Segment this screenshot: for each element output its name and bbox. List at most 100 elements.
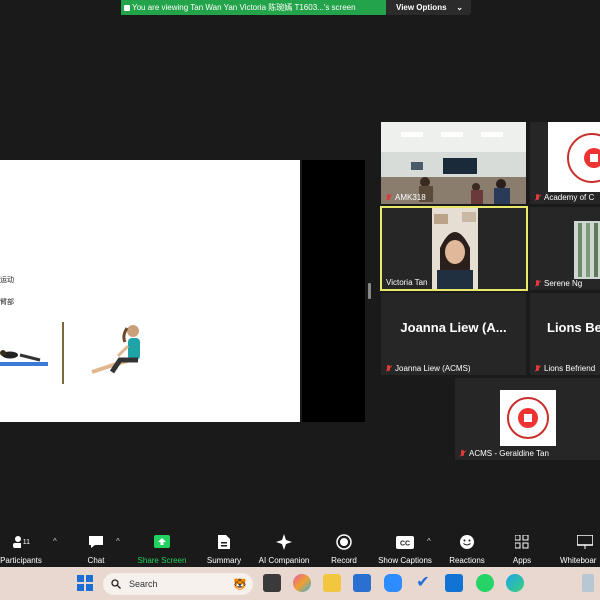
mic-muted-icon <box>385 193 392 202</box>
participants-label: Participants <box>0 556 42 565</box>
ai-companion-label: AI Companion <box>258 556 310 565</box>
participant-tile-lions-befriend[interactable]: Lions Be Lions Befriend <box>530 293 600 375</box>
participant-big-name: Lions Be <box>547 320 600 335</box>
ai-sparkle-icon <box>275 533 293 551</box>
participant-tile-acms-geraldine-tan[interactable]: ACMS - Geraldine Tan <box>455 378 600 460</box>
screen-share-icon <box>124 4 130 11</box>
captions-options-caret[interactable]: ^ <box>427 537 431 546</box>
record-label: Record <box>331 556 357 565</box>
mic-muted-icon <box>534 364 541 373</box>
microsoft-store-icon[interactable] <box>353 574 371 592</box>
todo-checkmark-icon[interactable]: ✔ <box>414 574 432 592</box>
view-options-label: View Options <box>396 3 447 12</box>
participant-tile-academy[interactable]: Academy of C <box>530 122 600 204</box>
mic-muted-icon <box>534 193 541 202</box>
participant-name: Serene Ng <box>544 279 583 288</box>
outlook-icon[interactable] <box>445 574 463 592</box>
summary-button[interactable]: Summary <box>202 527 246 567</box>
viewing-banner-text: You are viewing Tan Wan Yan Victoria 陈琬嫣… <box>132 3 356 12</box>
seated-figure-arm <box>116 344 130 358</box>
seated-figure-head <box>127 325 139 337</box>
viewing-banner-text-area: You are viewing Tan Wan Yan Victoria 陈琬嫣… <box>121 0 386 15</box>
overflow-app-icon[interactable] <box>582 574 594 592</box>
share-screen-label: Share Screen <box>137 556 187 565</box>
zoom-app-icon[interactable] <box>384 574 402 592</box>
edge-browser-icon[interactable] <box>506 574 524 592</box>
windows-taskbar: Search 🐯 ✔ <box>0 567 600 600</box>
show-captions-button[interactable]: CC Show Captions <box>376 527 434 567</box>
participant-name: Joanna Liew (ACMS) <box>395 364 471 373</box>
mic-muted-icon <box>385 364 392 373</box>
viewing-banner: You are viewing Tan Wan Yan Victoria 陈琬嫣… <box>121 0 471 15</box>
participants-options-caret[interactable]: ^ <box>53 537 57 546</box>
participant-tile-victoria-tan-active-speaker[interactable]: Victoria Tan <box>380 206 528 291</box>
record-button[interactable]: Record <box>328 527 360 567</box>
chat-button[interactable]: Chat <box>80 527 112 567</box>
acms-logo-image <box>500 390 556 446</box>
whiteboard-button[interactable]: Whiteboar <box>558 527 600 567</box>
svg-text:CC: CC <box>400 540 410 547</box>
meeting-toolbar: 11 Participants ^ Chat ^ Share Screen Su… <box>0 527 600 567</box>
chat-icon <box>87 533 105 551</box>
amk318-video-feed <box>381 122 526 204</box>
participant-name: Lions Befriend <box>544 364 596 373</box>
participant-tile-amk318[interactable]: AMK318 <box>381 122 526 204</box>
participant-tile-serene-ng[interactable]: Serene Ng <box>530 207 600 290</box>
search-highlight-icon: 🐯 <box>233 578 247 591</box>
mic-muted-icon <box>534 279 541 288</box>
participants-button[interactable]: 11 Participants <box>0 527 44 567</box>
apps-icon <box>513 533 531 551</box>
task-view-icon[interactable] <box>263 574 281 592</box>
reactions-button[interactable]: Reactions <box>446 527 488 567</box>
file-explorer-icon[interactable] <box>323 574 341 592</box>
participant-name: Academy of C <box>544 193 595 202</box>
participant-big-name: Joanna Liew (A... <box>400 320 507 335</box>
participant-tile-joanna-liew[interactable]: Joanna Liew (A... Joanna Liew (ACMS) <box>381 293 526 375</box>
serene-ng-video-feed <box>574 221 600 279</box>
plank-figure-head <box>0 350 6 356</box>
participant-name: AMK318 <box>395 193 426 202</box>
copilot-icon[interactable] <box>293 574 311 592</box>
chat-options-caret[interactable]: ^ <box>116 537 120 546</box>
share-screen-button[interactable]: Share Screen <box>135 527 189 567</box>
apps-button[interactable]: Apps <box>508 527 536 567</box>
taskbar-search-box[interactable]: Search 🐯 <box>103 573 253 595</box>
mic-muted-icon <box>459 449 466 458</box>
view-options-button[interactable]: View Options ⌄ <box>386 0 471 15</box>
summary-icon <box>215 533 233 551</box>
shared-screen-black-area <box>302 160 365 422</box>
zoom-meeting-window: You are viewing Tan Wan Yan Victoria 陈琬嫣… <box>0 0 600 600</box>
seated-figure-hair <box>122 327 129 343</box>
exercise-mat <box>0 362 48 366</box>
participant-name: ACMS - Geraldine Tan <box>469 449 549 458</box>
participant-label-academy: Academy of C <box>534 193 594 202</box>
split-view-resize-handle[interactable] <box>368 283 371 299</box>
seated-figure-shorts <box>109 357 138 374</box>
windows-start-icon[interactable] <box>77 575 93 596</box>
participant-name: Victoria Tan <box>386 278 428 287</box>
participant-label-amk318: AMK318 <box>385 193 426 202</box>
shared-screen-slide: 运动 臂部 <box>0 160 300 422</box>
record-icon <box>335 533 353 551</box>
participant-label-victoria-tan: Victoria Tan <box>386 278 428 287</box>
slide-separator-line <box>62 322 64 384</box>
participant-label-serene-ng: Serene Ng <box>534 279 582 288</box>
ai-companion-button[interactable]: AI Companion <box>255 527 313 567</box>
search-placeholder: Search <box>129 579 158 589</box>
share-screen-icon <box>153 533 171 551</box>
chevron-down-icon: ⌄ <box>456 3 463 12</box>
show-captions-label: Show Captions <box>378 556 432 565</box>
summary-label: Summary <box>206 556 242 565</box>
participants-count: 11 <box>22 538 30 546</box>
seated-figure-shirt <box>128 338 140 360</box>
whiteboard-label: Whiteboar <box>560 556 597 565</box>
plank-figure-legs <box>19 353 41 362</box>
participant-label-joanna-liew: Joanna Liew (ACMS) <box>385 364 471 373</box>
participant-label-acms-geraldine-tan: ACMS - Geraldine Tan <box>459 449 549 458</box>
academy-logo-image <box>548 122 600 192</box>
participant-label-lions-befriend: Lions Befriend <box>534 364 595 373</box>
chat-label: Chat <box>87 556 105 565</box>
apps-label: Apps <box>512 556 532 565</box>
participants-icon: 11 <box>12 533 30 551</box>
whatsapp-icon[interactable] <box>476 574 494 592</box>
